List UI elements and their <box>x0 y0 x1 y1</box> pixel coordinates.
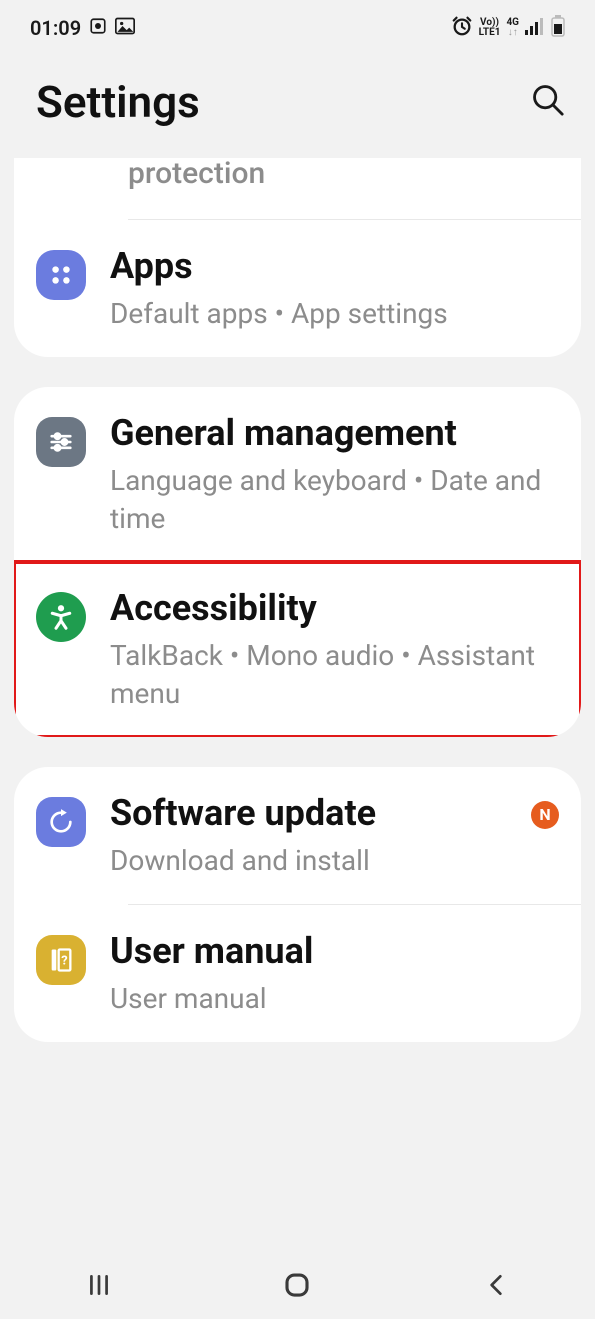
image-icon <box>115 16 135 40</box>
recents-icon <box>86 1272 112 1298</box>
apps-icon <box>36 250 86 300</box>
navigation-bar <box>0 1251 595 1319</box>
settings-card-1: protection Apps Default apps • App setti… <box>14 158 581 357</box>
network-gen-indicator: 4G ↓↑ <box>506 18 519 38</box>
recents-button[interactable] <box>69 1265 129 1305</box>
settings-card-2: General management Language and keyboard… <box>14 387 581 737</box>
search-button[interactable] <box>531 83 565 121</box>
item-title: User manual <box>110 929 559 974</box>
settings-item-apps[interactable]: Apps Default apps • App settings <box>14 220 581 357</box>
settings-item-general-management[interactable]: General management Language and keyboard… <box>14 387 581 562</box>
row-content: User manual User manual <box>110 929 559 1018</box>
accessibility-icon <box>36 592 86 642</box>
alarm-icon <box>451 15 473 42</box>
settings-card-3: Software update Download and install N ?… <box>14 767 581 1042</box>
signal-icon <box>525 16 545 40</box>
manual-icon: ? <box>36 935 86 985</box>
item-subtitle: Default apps • App settings <box>110 295 559 333</box>
row-content: Software update Download and install <box>110 791 531 880</box>
settings-item-user-manual[interactable]: ? User manual User manual <box>14 905 581 1042</box>
page-header: Settings <box>0 46 595 158</box>
home-icon <box>282 1270 312 1300</box>
svg-text:?: ? <box>61 953 67 968</box>
item-title: Apps <box>110 244 559 289</box>
clock-small-icon <box>89 16 107 40</box>
item-subtitle: Download and install <box>110 842 531 880</box>
back-button[interactable] <box>466 1265 526 1305</box>
home-button[interactable] <box>267 1265 327 1305</box>
settings-item-software-update[interactable]: Software update Download and install N <box>14 767 581 904</box>
item-title: General management <box>110 411 559 456</box>
battery-icon <box>551 15 565 42</box>
partial-row-protection[interactable]: protection <box>14 158 581 219</box>
item-subtitle: Language and keyboard • Date and time <box>110 462 559 538</box>
sliders-icon <box>36 417 86 467</box>
item-subtitle: User manual <box>110 980 559 1018</box>
status-right: Vo)) LTE1 4G ↓↑ <box>451 15 565 42</box>
row-content: General management Language and keyboard… <box>110 411 559 538</box>
status-bar: 01:09 Vo)) LTE1 4G ↓↑ <box>0 0 595 46</box>
item-title: Software update <box>110 791 531 836</box>
item-title: Accessibility <box>110 586 559 631</box>
search-icon <box>531 83 565 117</box>
status-time: 01:09 <box>30 16 81 40</box>
back-icon <box>483 1272 509 1298</box>
item-subtitle: TalkBack • Mono audio • Assistant menu <box>110 637 559 713</box>
status-left: 01:09 <box>30 16 135 40</box>
page-title: Settings <box>36 76 200 128</box>
row-content: Accessibility TalkBack • Mono audio • As… <box>110 586 559 713</box>
update-icon <box>36 797 86 847</box>
settings-item-accessibility[interactable]: Accessibility TalkBack • Mono audio • As… <box>14 562 581 737</box>
volte-indicator: Vo)) LTE1 <box>479 18 501 38</box>
notification-badge: N <box>531 801 559 829</box>
row-content: Apps Default apps • App settings <box>110 244 559 333</box>
